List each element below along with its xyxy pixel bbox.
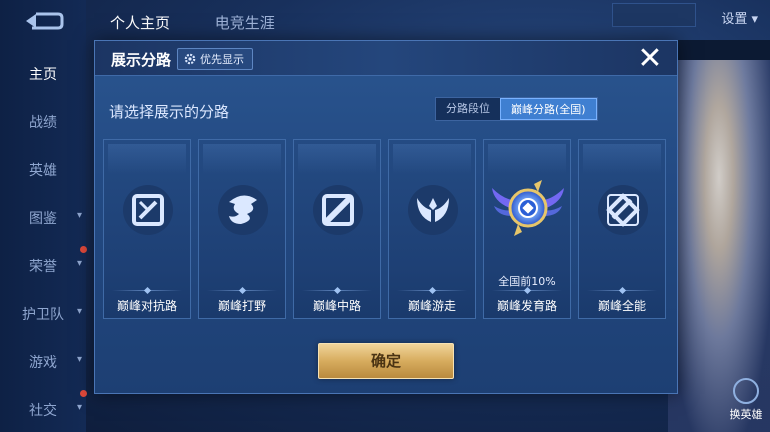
card-glow	[298, 144, 376, 174]
notification-dot	[80, 246, 87, 253]
change-hero-button[interactable]: 换英雄	[728, 378, 764, 422]
settings-button[interactable]: 设置 ▾	[721, 8, 758, 27]
slash-icon	[313, 185, 363, 235]
dragon-icon	[218, 185, 268, 235]
lane-card-top[interactable]: 巅峰对抗路	[103, 139, 191, 319]
left-navigation: 主页 战绩 英雄 图鉴 ▾ 荣誉 ▾ 护卫队 ▾ 游戏 ▾ 社交 ▾	[0, 0, 87, 432]
chevron-down-icon: ▾	[76, 210, 82, 221]
change-hero-label: 换英雄	[729, 408, 763, 421]
card-glow	[488, 144, 566, 174]
swap-icon	[733, 378, 759, 404]
tab-esports[interactable]: 电竞生涯	[215, 14, 275, 32]
card-label: 巅峰发育路	[496, 299, 557, 313]
card-divider	[492, 290, 562, 291]
card-glow	[108, 144, 186, 174]
chevron-down-icon: ▾	[76, 402, 82, 413]
nav-item-home[interactable]: 主页	[0, 64, 86, 84]
tab-lane-rank[interactable]: 分路段位	[436, 98, 500, 120]
nav-item-honor-label: 荣誉	[29, 259, 57, 275]
nav-item-honor[interactable]: 荣誉 ▾	[0, 256, 86, 276]
selection-prompt: 请选择展示的分路	[109, 103, 230, 121]
nav-item-game[interactable]: 游戏 ▾	[0, 352, 86, 372]
sword-cross-icon	[123, 185, 173, 235]
card-label: 巅峰全能	[597, 299, 646, 313]
notification-dot	[80, 390, 87, 397]
nav-item-social[interactable]: 社交 ▾	[0, 400, 86, 420]
card-glow	[203, 144, 281, 174]
lane-card-jungle[interactable]: 巅峰打野	[198, 139, 286, 319]
display-lane-dialog: 展示分路 优先显示 ✕ 请选择展示的分路 分路段位 巅峰分路(全国) 巅峰对抗路…	[94, 40, 678, 394]
nav-item-game-label: 游戏	[29, 355, 57, 371]
card-label: 巅峰游走	[407, 299, 456, 313]
confirm-button[interactable]: 确定	[318, 343, 454, 379]
lane-card-support[interactable]: 巅峰游走	[388, 139, 476, 319]
chevron-down-icon: ▾	[76, 306, 82, 317]
nav-item-guard-team-label: 护卫队	[22, 307, 64, 323]
chevron-down-icon: ▾	[76, 354, 82, 365]
winged-emblem-icon	[492, 180, 564, 236]
card-label: 巅峰中路	[312, 299, 361, 313]
chevron-down-icon: ▾	[76, 258, 82, 269]
lane-card-all-round[interactable]: 巅峰全能	[578, 139, 666, 319]
tab-profile[interactable]: 个人主页	[110, 14, 170, 32]
hero-portrait	[668, 40, 770, 432]
close-icon[interactable]: ✕	[633, 43, 667, 77]
card-glow	[583, 144, 661, 174]
nav-item-guard-team[interactable]: 护卫队 ▾	[0, 304, 86, 324]
nav-item-catalog-label: 图鉴	[29, 211, 57, 227]
hero-label-bar	[676, 40, 770, 60]
nav-item-social-label: 社交	[29, 403, 57, 419]
card-label: 巅峰打野	[217, 299, 266, 313]
card-divider	[302, 290, 372, 291]
lane-card-adc[interactable]: 全国前10% 巅峰发育路	[483, 139, 571, 319]
dialog-header: 展示分路 优先显示 ✕	[95, 41, 677, 76]
lane-card-mid[interactable]: 巅峰中路	[293, 139, 381, 319]
top-tabs: 个人主页 电竞生涯	[110, 12, 315, 33]
diamond-cut-icon	[598, 185, 648, 235]
settings-label: 设置	[721, 12, 748, 27]
nav-item-catalog[interactable]: 图鉴 ▾	[0, 208, 86, 228]
card-divider	[587, 290, 657, 291]
card-divider	[112, 290, 182, 291]
gear-icon	[184, 53, 196, 65]
card-glow	[393, 144, 471, 174]
chevron-down-icon: ▾	[751, 12, 758, 27]
nav-item-heroes[interactable]: 英雄	[0, 160, 86, 180]
dialog-title: 展示分路	[111, 51, 172, 69]
top-banner	[612, 3, 696, 27]
back-arrow-icon[interactable]	[22, 10, 64, 32]
nav-item-record[interactable]: 战绩	[0, 112, 86, 132]
priority-display-label: 优先显示	[200, 53, 244, 66]
tab-peak-lane-national[interactable]: 巅峰分路(全国)	[500, 98, 597, 120]
card-divider	[397, 290, 467, 291]
lane-mode-toggle: 分路段位 巅峰分路(全国)	[435, 97, 598, 121]
priority-display-button[interactable]: 优先显示	[177, 48, 253, 70]
card-divider	[207, 290, 277, 291]
wings-icon	[408, 185, 458, 235]
card-label: 巅峰对抗路	[116, 299, 177, 313]
